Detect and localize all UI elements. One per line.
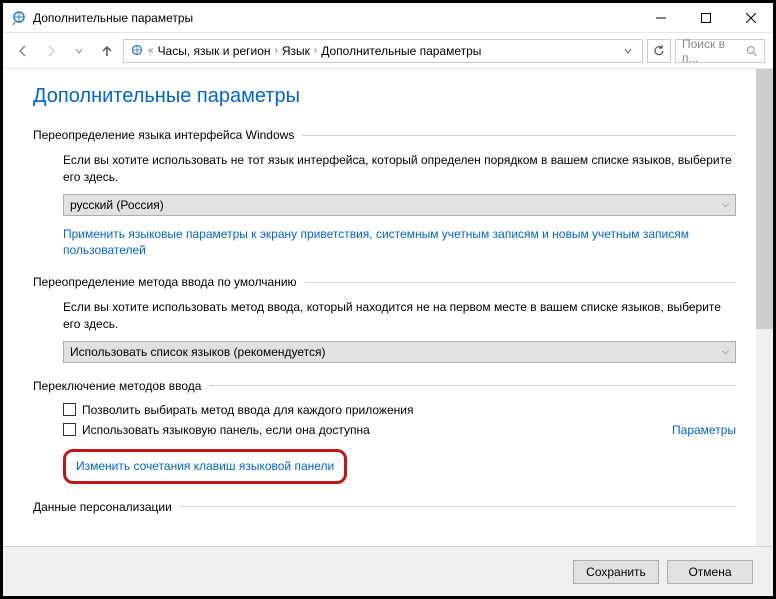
scrollbar[interactable] [756,69,773,546]
section-text: Если вы хотите использовать метод ввода,… [63,299,736,333]
close-button[interactable] [728,3,773,32]
checkbox-per-app[interactable]: Позволить выбирать метод ввода для каждо… [63,403,736,417]
change-hotkeys-link[interactable]: Изменить сочетания клавиш языковой панел… [76,458,334,475]
section-personalization: Данные персонализации [33,500,736,514]
footer: Сохранить Отмена [3,546,773,596]
checkbox-icon [63,423,76,436]
chevron-left-icon: « [148,45,154,56]
section-text: Если вы хотите использовать не тот язык … [63,152,736,186]
divider [305,282,736,283]
search-input[interactable]: Поиск в п... [675,39,765,63]
up-button[interactable] [95,39,119,63]
section-title: Переключение методов ввода [33,379,201,393]
parameters-link[interactable]: Параметры [672,423,736,437]
section-title: Переопределение метода ввода по умолчани… [33,275,297,289]
control-panel-window: Дополнительные параметры « Часы, язык и … [0,0,776,599]
chevron-right-icon: › [314,45,317,56]
content: Дополнительные параметры Переопределение… [3,69,756,546]
input-method-dropdown[interactable]: Использовать список языков (рекомендуетс… [63,341,736,363]
chevron-down-icon: ⌵ [722,346,729,357]
scrollbar-thumb[interactable] [756,69,773,329]
checkbox-label: Использовать языковую панель, если она д… [82,423,370,437]
checkbox-icon [63,403,76,416]
navbar: « Часы, язык и регион › Язык › Дополните… [3,33,773,69]
window-controls [638,3,773,32]
breadcrumb-item[interactable]: Дополнительные параметры [321,44,481,58]
dropdown-value: русский (Россия) [70,198,164,212]
chevron-down-icon: ⌵ [722,199,729,210]
dropdown-value: Использовать список языков (рекомендуетс… [70,345,326,359]
content-area: Дополнительные параметры Переопределение… [3,69,773,546]
minimize-button[interactable] [638,3,683,32]
chevron-right-icon: › [275,45,278,56]
highlighted-area: Изменить сочетания клавиш языковой панел… [63,449,347,484]
page-title: Дополнительные параметры [33,85,736,108]
maximize-button[interactable] [683,3,728,32]
cancel-button[interactable]: Отмена [667,560,753,584]
divider [302,135,736,136]
checkbox-language-bar[interactable]: Использовать языковую панель, если она д… [63,423,370,437]
breadcrumb-item[interactable]: Язык [282,44,310,58]
breadcrumb[interactable]: « Часы, язык и регион › Язык › Дополните… [123,39,643,63]
checkbox-label: Позволить выбирать метод ввода для каждо… [82,403,413,417]
refresh-button[interactable] [647,39,671,63]
control-panel-icon [130,44,144,58]
search-placeholder: Поиск в п... [682,37,742,65]
divider [209,385,736,386]
titlebar: Дополнительные параметры [3,3,773,33]
section-title: Переопределение языка интерфейса Windows [33,128,294,142]
window-title: Дополнительные параметры [33,11,638,25]
divider [180,506,736,507]
app-icon [11,10,27,26]
section-title: Данные персонализации [33,500,172,514]
apply-settings-link[interactable]: Применить языковые параметры к экрану пр… [63,226,736,260]
forward-button[interactable] [39,39,63,63]
language-dropdown[interactable]: русский (Россия) ⌵ [63,194,736,216]
section-input-switching: Переключение методов ввода Позволить выб… [33,379,736,484]
section-ui-language: Переопределение языка интерфейса Windows… [33,128,736,259]
section-input-method: Переопределение метода ввода по умолчани… [33,275,736,363]
recent-dropdown[interactable] [67,39,91,63]
breadcrumb-item[interactable]: Часы, язык и регион [158,44,271,58]
save-button[interactable]: Сохранить [573,560,659,584]
search-icon [746,45,758,57]
back-button[interactable] [11,39,35,63]
breadcrumb-dropdown[interactable] [620,47,636,55]
